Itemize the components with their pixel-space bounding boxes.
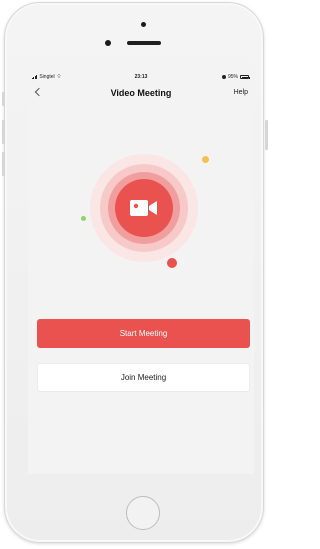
help-button[interactable]: Help [234,89,248,96]
join-meeting-button[interactable]: Join Meeting [37,363,250,392]
side-button-volume-down [2,152,5,176]
phone-frame: Singtel ⌔ 23:13 95% Video Meeting Help S… [4,2,264,543]
battery-percent: 95% [227,74,238,80]
home-button[interactable] [126,496,160,530]
decorative-dot-yellow [202,156,209,163]
side-button-power [265,120,268,150]
video-camera-icon [130,200,157,216]
decorative-dot-red [167,258,177,268]
status-bar: Singtel ⌔ 23:13 95% [28,71,254,83]
side-button-mute [2,92,5,106]
start-meeting-button[interactable]: Start Meeting [37,319,250,348]
alarm-icon [221,75,226,79]
side-button-volume-up [2,120,5,144]
front-camera [105,40,111,46]
screen: Singtel ⌔ 23:13 95% Video Meeting Help S… [28,71,254,474]
top-camera-dot [141,22,146,27]
status-right: 95% [221,74,250,80]
video-camera-button[interactable] [115,179,173,237]
navigation-bar: Video Meeting Help [28,83,254,103]
status-time: 23:13 [134,74,148,80]
earpiece-speaker [127,41,161,45]
page-title: Video Meeting [110,88,172,98]
battery-icon [240,75,250,79]
decorative-dot-green [81,216,86,221]
